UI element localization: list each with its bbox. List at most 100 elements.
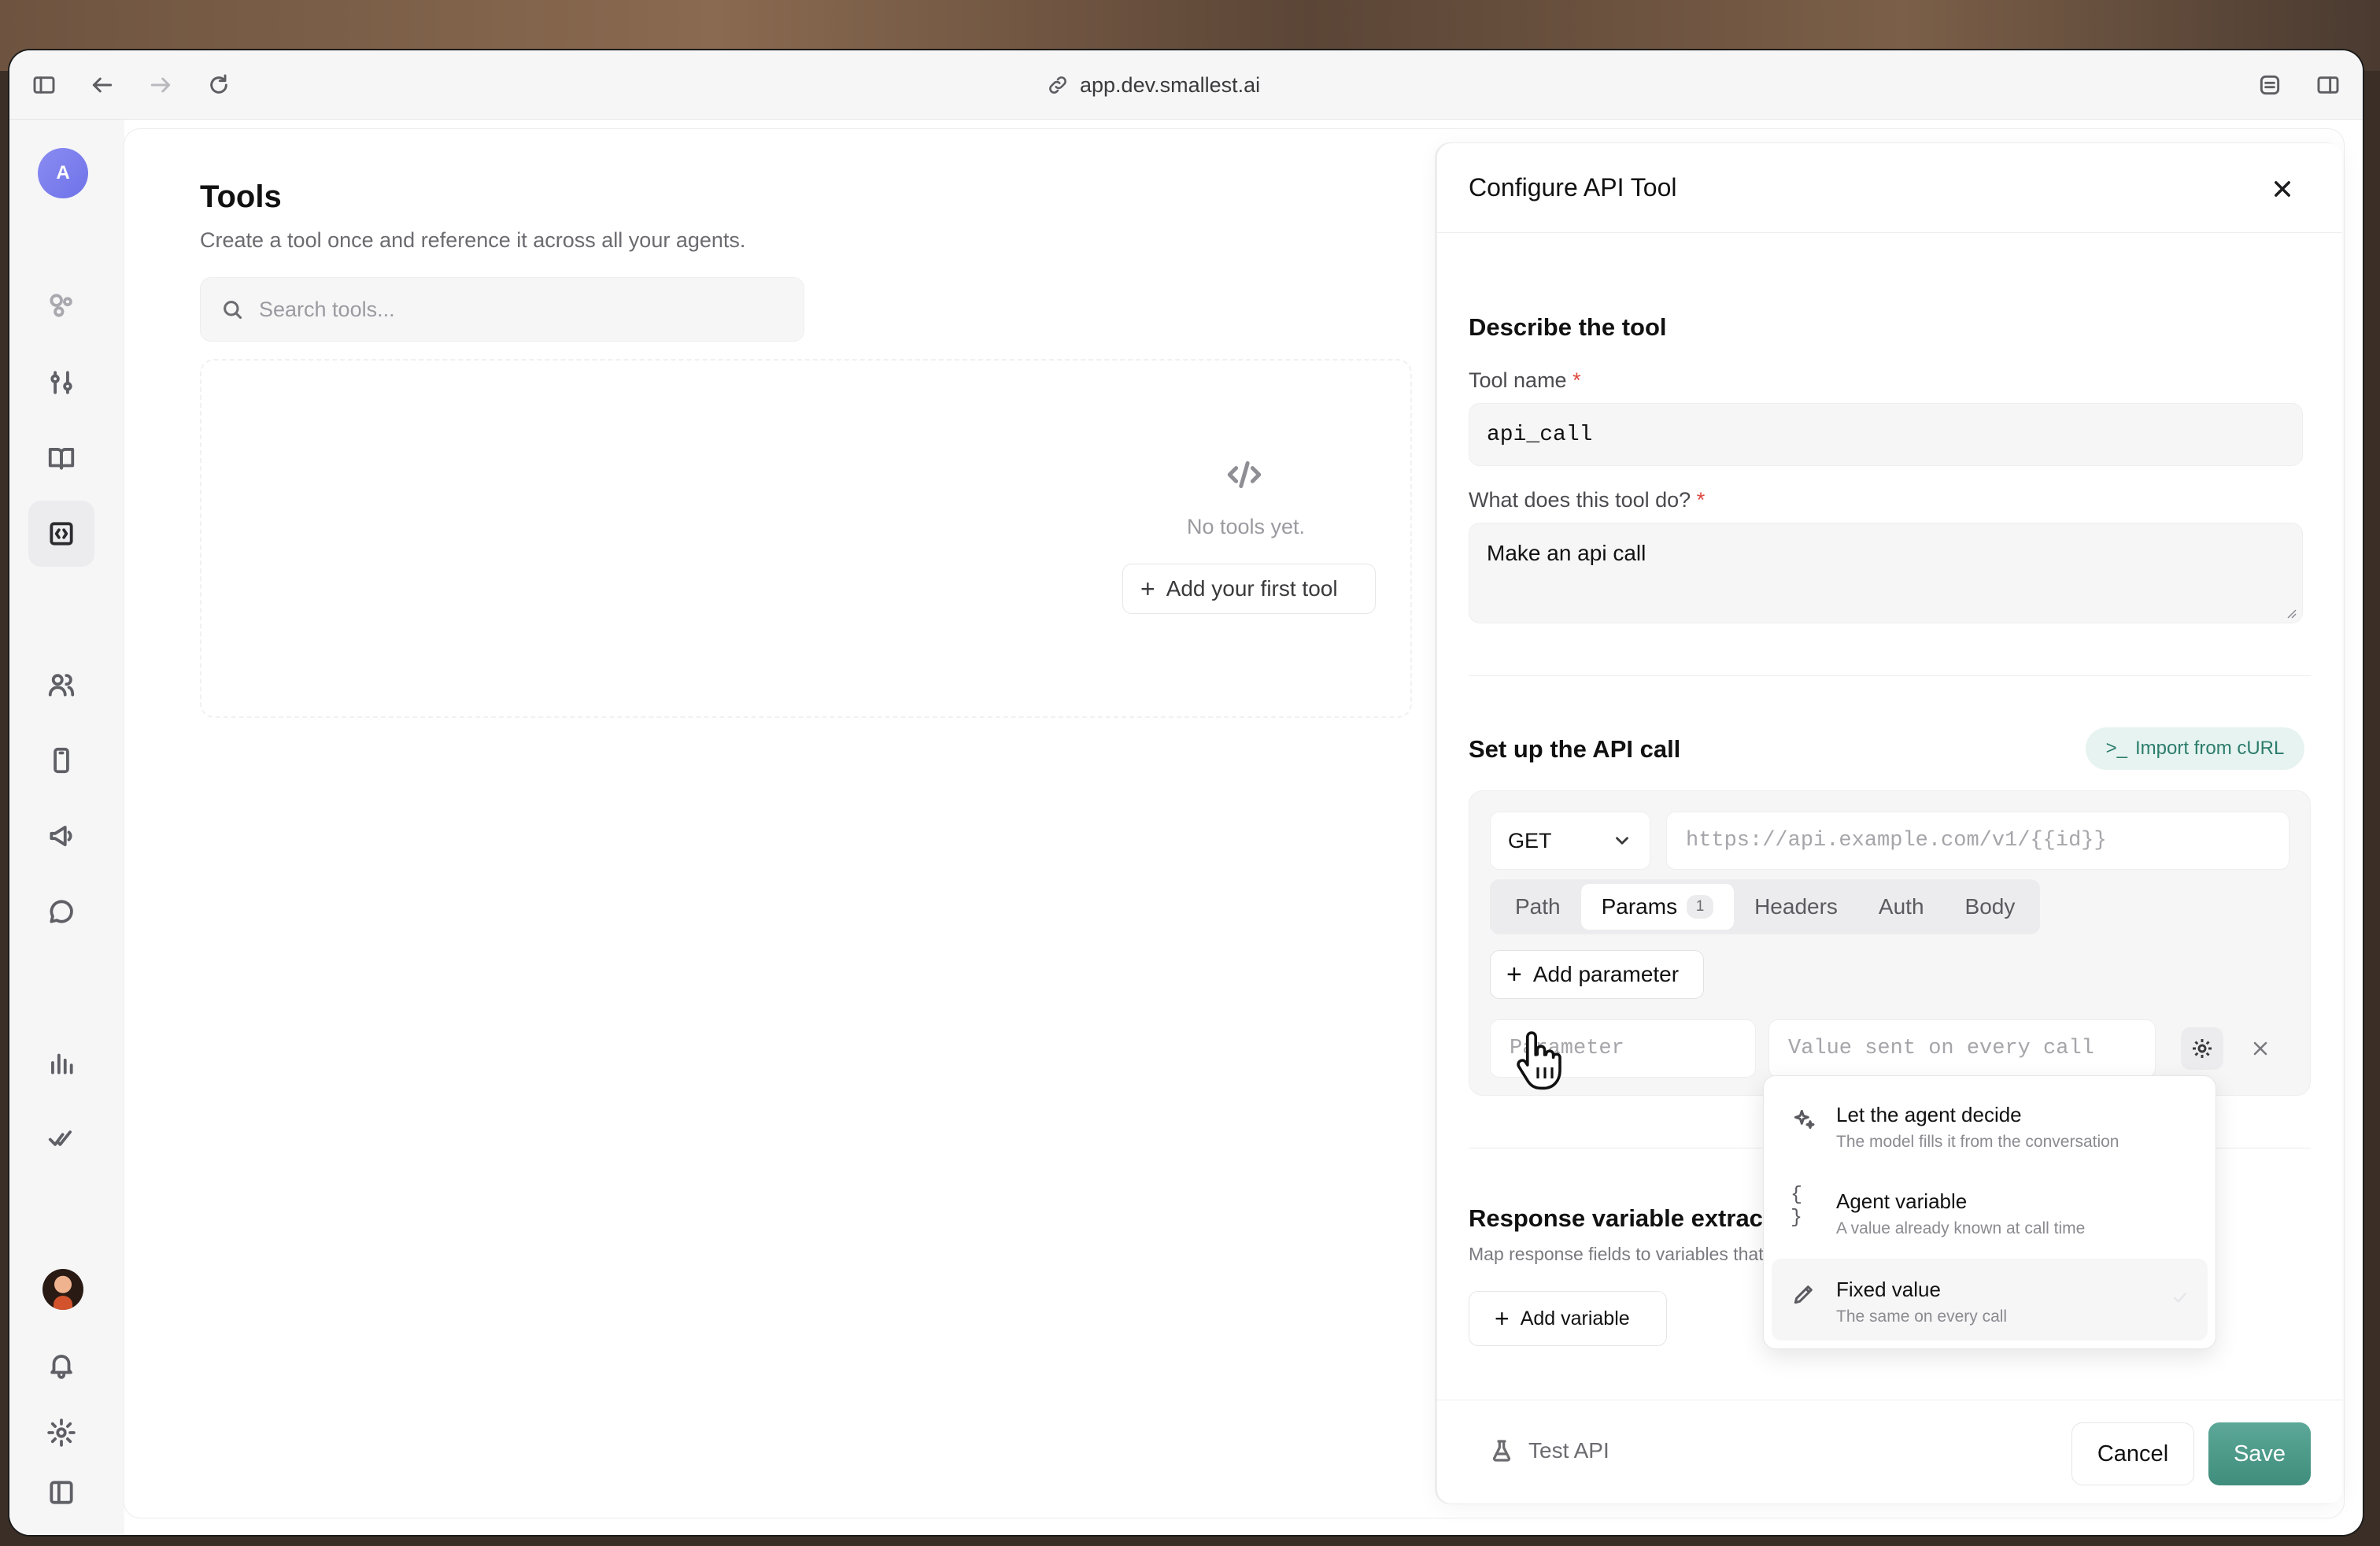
add-first-tool-label: Add your first tool: [1166, 576, 1338, 601]
describe-section-title: Describe the tool: [1469, 313, 1667, 341]
add-variable-label: Add variable: [1520, 1307, 1630, 1330]
terminal-icon: >_: [2105, 738, 2127, 759]
menu-item-description: The same on every call: [1836, 1307, 2008, 1326]
sidebar-item-phone[interactable]: [28, 727, 94, 793]
flask-icon: [1492, 1440, 1511, 1462]
menu-item-agent-decide[interactable]: Let the agent decide The model fills it …: [1772, 1084, 2208, 1166]
browser-window: app.dev.smallest.ai A Tools Create a too…: [9, 50, 2363, 1535]
chevron-down-icon: [1616, 837, 1628, 845]
split-view-icon[interactable]: [2312, 69, 2344, 101]
description-label: What does this tool do? *: [1469, 488, 1706, 512]
sidebar-item-contacts[interactable]: [28, 652, 94, 718]
menu-item-fixed-value[interactable]: Fixed value The same on every call: [1772, 1259, 2208, 1341]
description-textarea[interactable]: Make an api call: [1469, 523, 2303, 623]
plus-icon: +: [1140, 574, 1155, 603]
sidebar-item-configure[interactable]: [28, 350, 94, 416]
parameter-name-input[interactable]: Parameter: [1490, 1019, 1756, 1078]
add-parameter-button[interactable]: + Add parameter: [1490, 950, 1704, 999]
page-title: Tools: [200, 179, 282, 214]
sidebar-item-tools[interactable]: [28, 501, 94, 567]
sidebar-item-agents[interactable]: [28, 272, 94, 338]
tab-headers[interactable]: Headers: [1734, 884, 1858, 930]
parameter-value-input[interactable]: Value sent on every call: [1768, 1019, 2156, 1078]
drawer-header: Configure API Tool: [1437, 143, 2342, 233]
test-api-button[interactable]: Test API: [1489, 1438, 1609, 1463]
sidebar-item-knowledge[interactable]: [28, 425, 94, 491]
gear-icon: [2193, 1039, 2212, 1058]
search-icon: [224, 301, 242, 320]
cancel-button[interactable]: Cancel: [2071, 1422, 2194, 1485]
sidebar-item-notifications[interactable]: [28, 1332, 94, 1398]
plus-icon: +: [1506, 960, 1522, 989]
gear-icon: [47, 1418, 76, 1447]
app-sidebar: A: [9, 120, 124, 1535]
tab-path[interactable]: Path: [1495, 884, 1581, 930]
reload-icon[interactable]: [203, 69, 235, 101]
bar-chart-icon: [51, 1053, 73, 1074]
menu-item-title: Let the agent decide: [1836, 1103, 2022, 1126]
plus-icon: +: [1495, 1304, 1510, 1333]
back-arrow-icon[interactable]: [87, 69, 118, 101]
code-box-icon: [50, 522, 73, 546]
menu-item-agent-variable[interactable]: { } Agent variable A value already known…: [1772, 1171, 2208, 1252]
save-button[interactable]: Save: [2208, 1422, 2311, 1485]
value-mode-button[interactable]: [2181, 1027, 2223, 1070]
search-input[interactable]: [259, 297, 794, 322]
url-input[interactable]: https://api.example.com/v1/{{id}}: [1666, 812, 2289, 870]
chat-bubble-icon: [50, 900, 73, 923]
response-section-subtitle: Map response fields to variables that ca…: [1469, 1244, 1768, 1264]
pencil-icon: [1791, 1281, 1817, 1307]
menu-item-title: Agent variable: [1836, 1189, 1968, 1213]
tab-auth[interactable]: Auth: [1858, 884, 1945, 930]
browser-toolbar: app.dev.smallest.ai: [9, 50, 2363, 120]
resize-handle-icon[interactable]: [2285, 607, 2297, 620]
sidebar-item-conversations[interactable]: [28, 878, 94, 945]
sidebar-item-analytics[interactable]: [28, 1030, 94, 1096]
phone-icon: [54, 747, 69, 774]
api-request-card: GET https://api.example.com/v1/{{id}} Pa…: [1469, 790, 2311, 1096]
search-bar[interactable]: [200, 277, 804, 342]
sidebar-toggle-icon[interactable]: [28, 69, 60, 101]
response-section-title: Response variable extraction: [1469, 1204, 1768, 1232]
bell-icon: [50, 1355, 72, 1379]
forward-arrow-icon[interactable]: [145, 69, 176, 101]
address-bar[interactable]: app.dev.smallest.ai: [1047, 68, 1260, 102]
panel-icon: [50, 1481, 73, 1504]
sidebar-item-campaigns[interactable]: [28, 803, 94, 869]
add-first-tool-button[interactable]: + Add your first tool: [1122, 564, 1376, 614]
tab-params[interactable]: Params 1: [1580, 884, 1735, 930]
extension-icon[interactable]: [2254, 69, 2286, 101]
url-text: app.dev.smallest.ai: [1080, 72, 1261, 97]
close-icon[interactable]: [2267, 173, 2298, 205]
remove-parameter-icon[interactable]: [2244, 1032, 2277, 1065]
sidebar-item-collapse[interactable]: [28, 1459, 94, 1526]
book-icon: [48, 448, 75, 470]
tab-body[interactable]: Body: [1945, 884, 2036, 930]
add-parameter-label: Add parameter: [1532, 962, 1680, 986]
menu-item-description: A value already known at call time: [1836, 1219, 2086, 1237]
workspace-avatar[interactable]: A: [38, 148, 88, 198]
tool-name-input[interactable]: api_call: [1469, 403, 2303, 466]
sliders-icon: [50, 371, 72, 394]
braces-icon: { }: [1791, 1183, 1803, 1229]
user-avatar[interactable]: [42, 1269, 83, 1310]
drawer-footer: Test API Cancel Save: [1437, 1400, 2342, 1503]
sidebar-item-settings[interactable]: [28, 1400, 94, 1466]
check-icon: [2170, 1287, 2190, 1307]
sparkle-icon: [1791, 1106, 1817, 1133]
empty-state-text: No tools yet.: [1186, 515, 1306, 538]
api-section-title: Set up the API call: [1469, 735, 1681, 763]
sidebar-item-evals[interactable]: [28, 1105, 94, 1171]
add-variable-button[interactable]: + Add variable: [1469, 1291, 1667, 1346]
params-count-badge: 1: [1687, 895, 1714, 919]
menu-item-title: Fixed value: [1836, 1278, 1941, 1301]
request-tabs: Path Params 1 Headers Auth Body: [1490, 879, 2041, 934]
http-method-value: GET: [1508, 828, 1552, 853]
http-method-select[interactable]: GET: [1490, 812, 1650, 870]
users-icon: [48, 674, 75, 697]
required-mark: *: [1572, 368, 1581, 392]
page-subtitle: Create a tool once and reference it acro…: [200, 228, 746, 252]
import-curl-button[interactable]: >_ Import from cURL: [2086, 727, 2304, 770]
agents-icon: [50, 294, 72, 317]
value-mode-menu: Let the agent decide The model fills it …: [1763, 1075, 2216, 1349]
